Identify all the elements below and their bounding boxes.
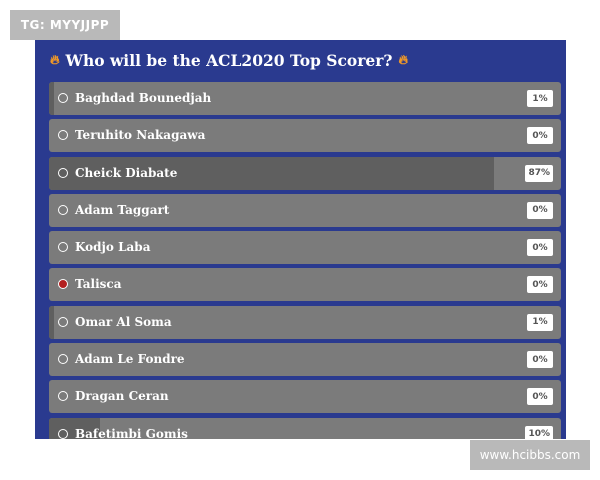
option-label: Cheick Diabate (75, 165, 178, 180)
poll-option[interactable]: Baghdad Bounedjah 1% (49, 82, 561, 115)
poll-option[interactable]: Talisca 0% (49, 268, 561, 302)
radio-button[interactable] (58, 204, 68, 215)
radio-button[interactable] (58, 242, 68, 253)
option-label: Omar Al Soma (75, 314, 172, 329)
radio-button[interactable] (58, 93, 68, 103)
watermark-bottom: www.hcibbs.com (470, 440, 590, 470)
percent-badge: 0% (527, 239, 553, 257)
percent-badge: 0% (527, 201, 553, 219)
percent-badge: 87% (525, 164, 553, 182)
fire-icon: 🔥︎ (50, 52, 60, 68)
radio-button[interactable] (58, 428, 68, 439)
poll-option[interactable]: Teruhito Nakagawa 0% (49, 119, 561, 153)
vote-share-bar (49, 82, 55, 115)
poll-panel: 🔥︎ Who will be the ACL2020 Top Scorer? 🔥… (35, 40, 566, 439)
radio-button[interactable] (58, 316, 68, 327)
poll-options: Baghdad Bounedjah 1% Teruhito Nakagawa 0% Ch… (49, 82, 561, 439)
vote-share-bar (49, 305, 55, 339)
poll-header: 🔥︎ Who will be the ACL2020 Top Scorer? 🔥… (35, 40, 566, 80)
poll-option[interactable]: Dragan Ceran 0% (49, 380, 561, 414)
poll-option[interactable]: Adam Taggart 0% (49, 193, 561, 227)
fire-icon: 🔥︎ (398, 52, 409, 68)
percent-badge: 1% (527, 90, 553, 107)
percent-badge: 1% (527, 313, 553, 331)
percent-badge: 0% (527, 388, 553, 406)
poll-option[interactable]: Bafetimbi Gomis 10% (49, 417, 561, 439)
poll-option[interactable]: Adam Le Fondre 0% (49, 343, 561, 377)
option-label: Teruhito Nakagawa (75, 128, 206, 143)
poll-option[interactable]: Omar Al Soma 1% (49, 305, 561, 339)
watermark-top: TG: MYYJJPP (10, 10, 120, 40)
radio-button[interactable] (58, 354, 68, 365)
radio-button[interactable] (58, 130, 68, 141)
poll-title: Who will be the ACL2020 Top Scorer? (65, 50, 393, 70)
option-label: Bafetimbi Gomis (75, 426, 188, 439)
percent-badge: 0% (527, 351, 553, 369)
option-label: Kodjo Laba (75, 240, 151, 255)
percent-badge: 10% (525, 425, 553, 439)
option-label: Dragan Ceran (75, 389, 169, 404)
option-label: Talisca (75, 277, 122, 292)
poll-option[interactable]: Cheick Diabate 87% (49, 156, 561, 190)
option-label: Adam Le Fondre (75, 352, 185, 367)
percent-badge: 0% (527, 127, 553, 145)
poll-option[interactable]: Kodjo Laba 0% (49, 231, 561, 265)
radio-button[interactable] (58, 391, 68, 402)
percent-badge: 0% (527, 276, 553, 294)
radio-button[interactable] (58, 279, 68, 290)
radio-button[interactable] (58, 167, 68, 178)
option-label: Adam Taggart (75, 202, 170, 217)
option-label: Baghdad Bounedjah (75, 91, 212, 105)
